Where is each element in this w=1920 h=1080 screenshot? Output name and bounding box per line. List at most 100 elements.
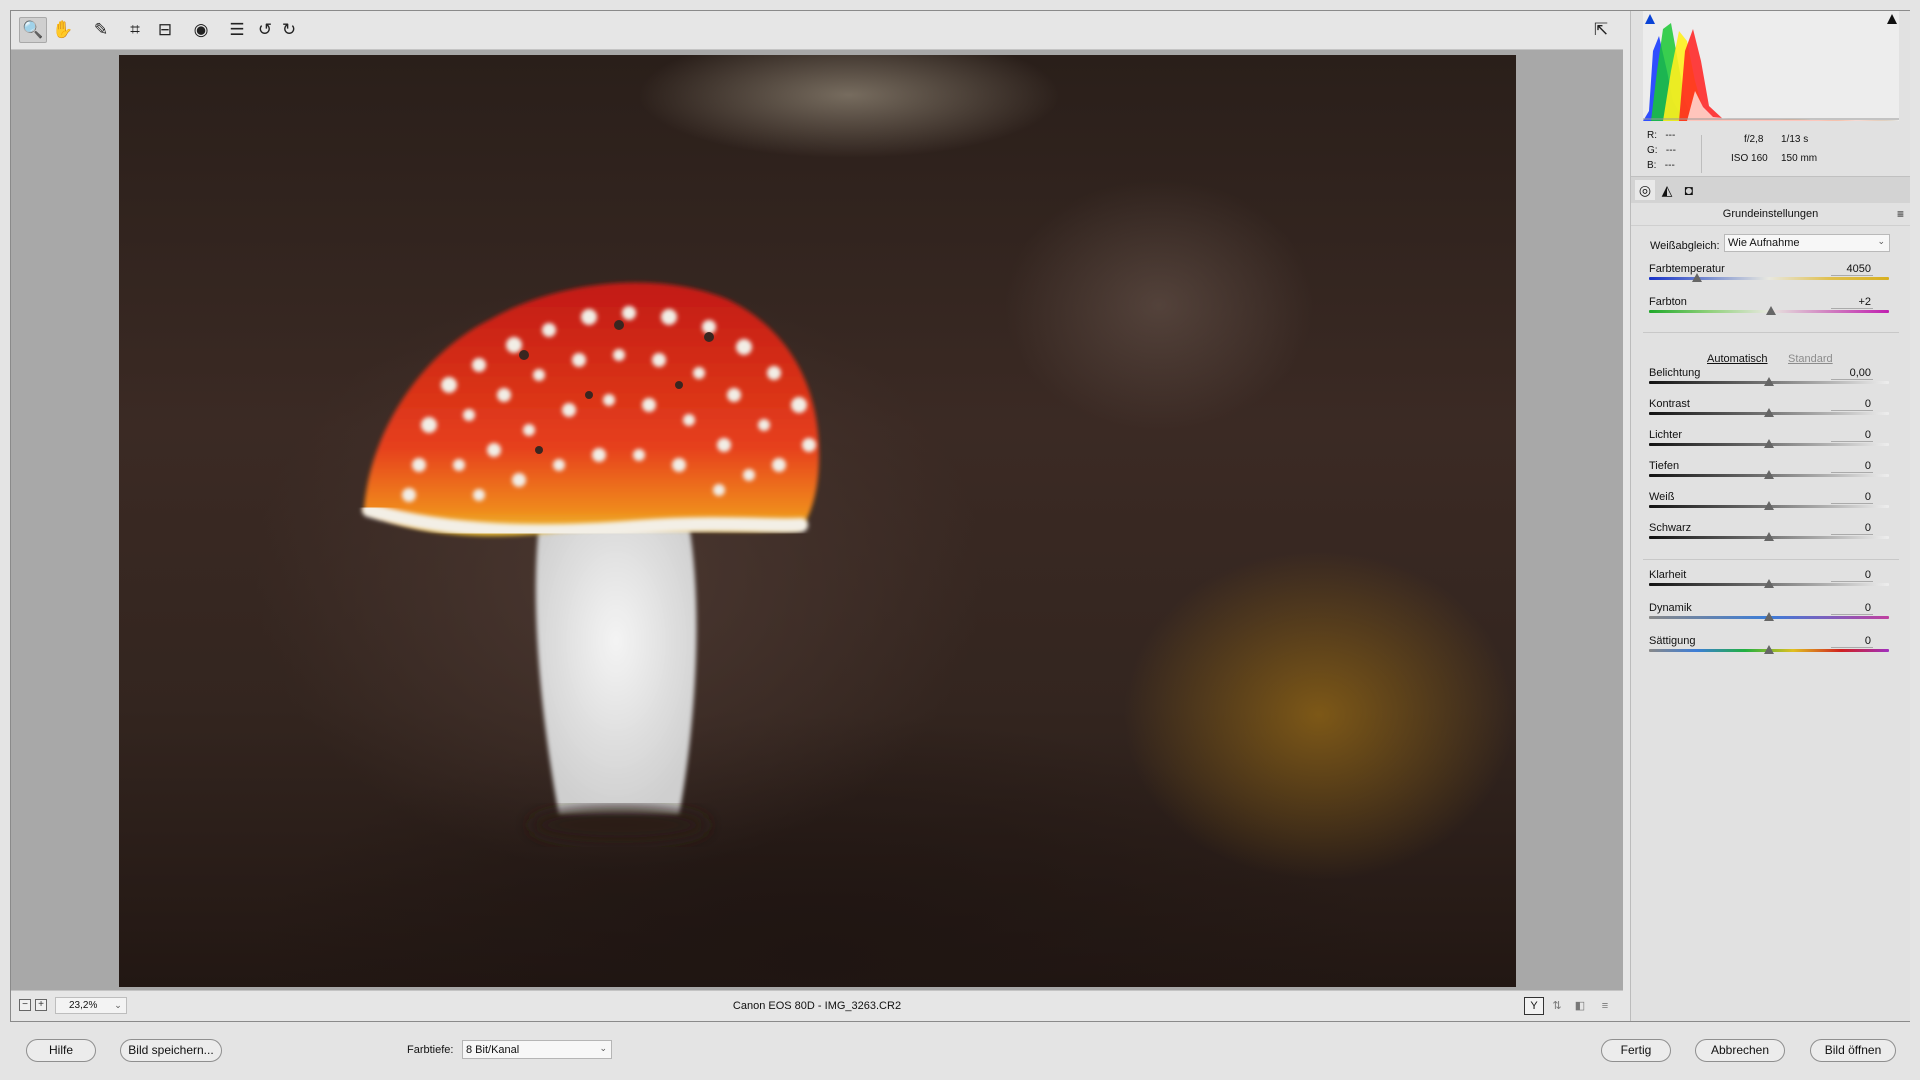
image-preview-area[interactable] (11, 50, 1623, 990)
tone-value[interactable]: 0,00 (1831, 367, 1873, 380)
tone-label: Weiß (1649, 491, 1675, 503)
chevron-down-icon: ⌄ (1877, 236, 1885, 246)
tone-thumb[interactable] (1764, 377, 1774, 386)
tone-slider[interactable]: Weiß 0 (1647, 491, 1891, 517)
section-title-text: Grundeinstellungen (1722, 208, 1819, 220)
presence-label: Dynamik (1649, 602, 1692, 614)
r-label: R: (1647, 130, 1657, 141)
tone-value[interactable]: 0 (1831, 398, 1873, 411)
temperature-track[interactable] (1649, 277, 1889, 280)
chevron-down-icon: ⌄ (599, 1043, 607, 1053)
tone-slider[interactable]: Tiefen 0 (1647, 460, 1891, 486)
eyedropper-icon[interactable]: ✎ (87, 17, 115, 43)
tone-label: Schwarz (1649, 522, 1692, 534)
straighten-icon[interactable]: ⊟ (151, 17, 179, 43)
presence-slider[interactable]: Klarheit 0 (1647, 569, 1891, 595)
adjustment-panel: R: --- G: --- B: --- f/2,8 1/13 s ISO 16… (1630, 11, 1910, 1021)
bit-depth-label: Farbtiefe: (407, 1044, 454, 1056)
presence-slider[interactable]: Sättigung 0 (1647, 635, 1891, 661)
zoom-icon[interactable]: 🔍 (19, 17, 47, 43)
tone-value[interactable]: 0 (1831, 460, 1873, 473)
save-image-button[interactable]: Bild speichern... (120, 1039, 222, 1062)
tone-thumb[interactable] (1764, 408, 1774, 417)
readout-divider (1701, 135, 1702, 173)
bit-depth-value: 8 Bit/Kanal (466, 1044, 520, 1056)
tone-label: Kontrast (1649, 398, 1690, 410)
tone-value[interactable]: 0 (1831, 429, 1873, 442)
fullscreen-icon[interactable]: ⇱ (1587, 17, 1615, 43)
shadow-clipping-icon[interactable] (1645, 14, 1655, 24)
tone-value[interactable]: 0 (1831, 522, 1873, 535)
temperature-label: Farbtemperatur (1649, 263, 1725, 275)
hand-icon[interactable]: ✋ (49, 17, 77, 43)
tone-thumb[interactable] (1764, 532, 1774, 541)
temperature-thumb[interactable] (1692, 273, 1702, 282)
mushroom-photo (362, 282, 819, 843)
tone-slider[interactable]: Schwarz 0 (1647, 522, 1891, 548)
before-after-y-icon[interactable]: Y (1524, 997, 1544, 1015)
focal-length-value: 150 mm (1781, 153, 1818, 164)
presence-value[interactable]: 0 (1831, 569, 1873, 582)
presence-value[interactable]: 0 (1831, 602, 1873, 615)
help-button[interactable]: Hilfe (26, 1039, 96, 1062)
b-value: --- (1664, 160, 1675, 171)
tone-value[interactable]: 0 (1831, 491, 1873, 504)
iso-value: ISO 160 (1731, 153, 1768, 164)
presence-thumb[interactable] (1764, 612, 1774, 621)
white-balance-select[interactable]: Wie Aufnahme ⌄ (1724, 234, 1890, 252)
tone-thumb[interactable] (1764, 439, 1774, 448)
histogram (1643, 11, 1899, 121)
file-name: Canon EOS 80D - IMG_3263.CR2 (732, 1000, 902, 1012)
done-button[interactable]: Fertig (1601, 1039, 1671, 1062)
tone-thumb[interactable] (1764, 470, 1774, 479)
default-tone-link[interactable]: Standard (1788, 353, 1833, 365)
tone-slider[interactable]: Kontrast 0 (1647, 398, 1891, 424)
presence-slider[interactable]: Dynamik 0 (1647, 602, 1891, 628)
tint-thumb[interactable] (1766, 306, 1777, 315)
auto-tone-link[interactable]: Automatisch (1707, 353, 1768, 365)
cancel-button[interactable]: Abbrechen (1695, 1039, 1785, 1062)
tone-label: Lichter (1649, 429, 1683, 441)
tone-label: Tiefen (1649, 460, 1680, 472)
temperature-slider[interactable]: Farbtemperatur 4050 (1647, 263, 1891, 289)
camera-calibration-tab-icon[interactable]: ◘ (1679, 180, 1699, 200)
white-balance-label: Weißabgleich: (1650, 240, 1720, 252)
photo-preview[interactable] (119, 55, 1516, 987)
highlight-clipping-icon[interactable] (1887, 14, 1897, 24)
section-title: Grundeinstellungen ≡ (1631, 203, 1910, 226)
bottom-bar: Hilfe Bild speichern... Farbtiefe: 8 Bit… (0, 1024, 1920, 1080)
white-balance-value: Wie Aufnahme (1728, 237, 1800, 249)
presence-thumb[interactable] (1764, 645, 1774, 654)
tone-curve-tab-icon[interactable]: ◭ (1657, 180, 1677, 200)
rotate-right-icon[interactable]: ↻ (275, 17, 303, 43)
toggle-settings-icon[interactable]: ≡ (1595, 997, 1615, 1015)
presence-value[interactable]: 0 (1831, 635, 1873, 648)
divider (1643, 559, 1899, 560)
basic-tab-icon[interactable]: ◎ (1635, 180, 1655, 200)
temperature-value[interactable]: 4050 (1831, 263, 1873, 276)
copy-settings-icon[interactable]: ◧ (1570, 997, 1590, 1015)
tint-label: Farbton (1649, 296, 1687, 308)
shutter-value: 1/13 s (1781, 134, 1809, 145)
tint-value[interactable]: +2 (1831, 296, 1873, 309)
histogram-graph (1643, 23, 1899, 121)
g-label: G: (1647, 145, 1658, 156)
tone-slider[interactable]: Belichtung 0,00 (1647, 367, 1891, 393)
tone-slider[interactable]: Lichter 0 (1647, 429, 1891, 455)
crop-icon[interactable]: ⌗ (121, 17, 149, 43)
presence-label: Klarheit (1649, 569, 1687, 581)
open-image-button[interactable]: Bild öffnen (1810, 1039, 1896, 1062)
swap-before-after-icon[interactable]: ⇅ (1547, 997, 1567, 1015)
aperture-value: f/2,8 (1744, 134, 1764, 145)
b-label: B: (1647, 160, 1657, 171)
presence-thumb[interactable] (1764, 579, 1774, 588)
bit-depth-select[interactable]: 8 Bit/Kanal ⌄ (462, 1040, 612, 1059)
status-bar: − + 23,2% ⌄ Canon EOS 80D - IMG_3263.CR2… (11, 990, 1623, 1021)
tint-slider[interactable]: Farbton +2 (1647, 296, 1891, 322)
rgb-readout: R: --- G: --- B: --- (1647, 128, 1676, 173)
tone-thumb[interactable] (1764, 501, 1774, 510)
panel-menu-icon[interactable]: ≡ (1897, 203, 1904, 225)
r-value: --- (1665, 130, 1676, 141)
red-eye-icon[interactable]: ◉ (187, 17, 215, 43)
preferences-icon[interactable]: ☰ (223, 17, 251, 43)
